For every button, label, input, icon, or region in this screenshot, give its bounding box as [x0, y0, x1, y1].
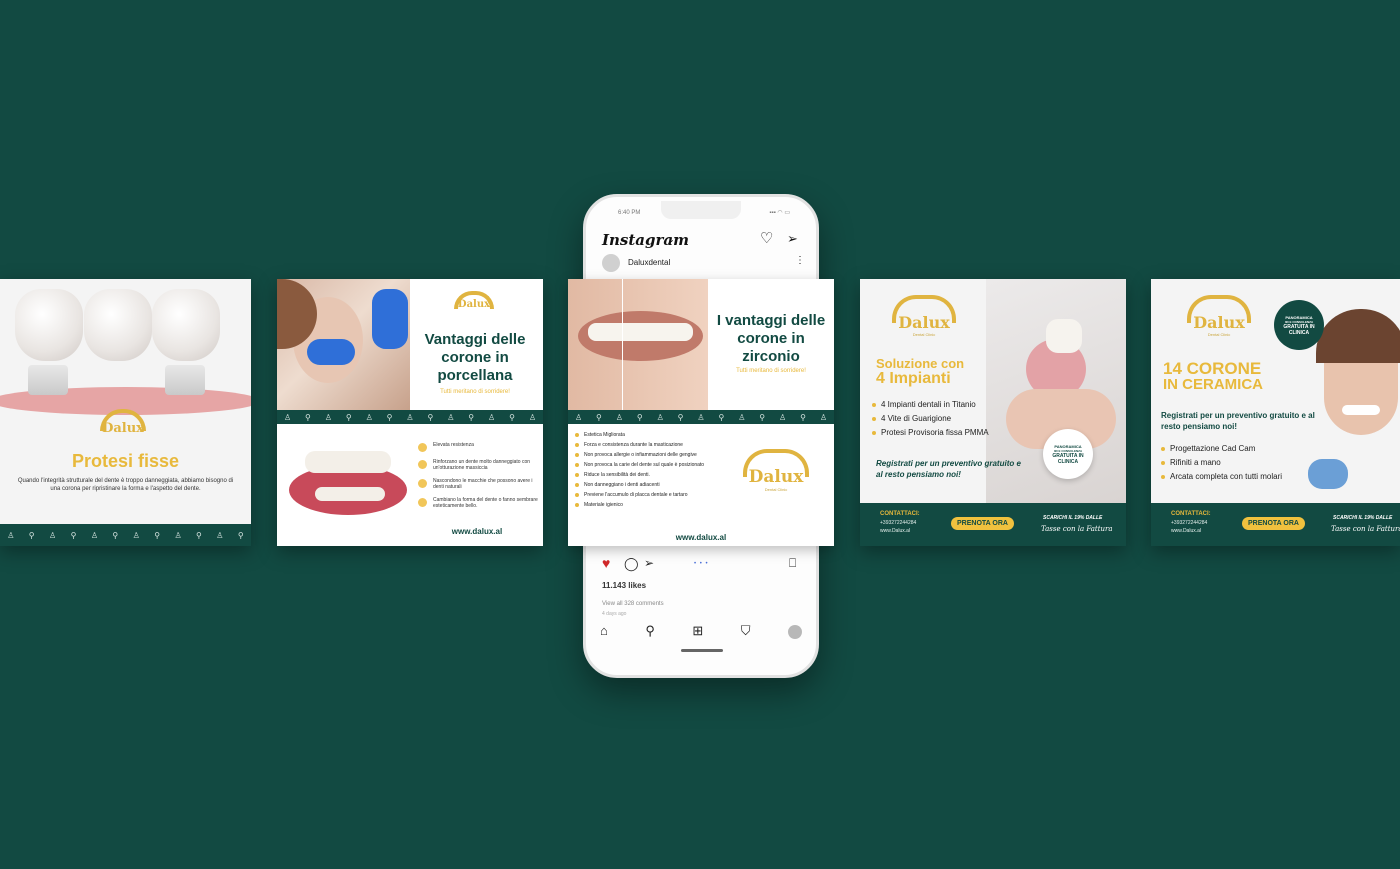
benefits-list: Elevata resistenza Rinforzano un dente m… [418, 442, 538, 516]
status-time: 6:40 PM [618, 210, 641, 216]
chevron-down-icon[interactable]: ⌄ [668, 235, 675, 244]
home-icon[interactable]: ⌂ [600, 623, 608, 639]
cta-text: Registrati per un preventivo gratuito e … [876, 459, 1021, 479]
prenota-ora-button[interactable]: PRENOTA ORA [1242, 517, 1305, 530]
post-title: Protesi fisse [71, 451, 180, 471]
dalux-logo: Dalux [88, 409, 158, 436]
post-14-corone-ceramica[interactable]: Dalux Dental Clinic PANORAMICA 3D E CONS… [1151, 279, 1400, 546]
status-icons: ▪▪▪ ◠ ▭ [769, 210, 790, 216]
post-title-line2: IN CERAMICA [1163, 376, 1263, 393]
avatar[interactable] [602, 254, 620, 272]
view-comments-link[interactable]: View all 328 comments [602, 601, 664, 607]
post-time: 4 days ago [602, 611, 627, 617]
dalux-logo: Dalux Dental Clinic [738, 449, 814, 492]
app-title[interactable]: Instagram [602, 231, 689, 249]
benefits-list: Estetica Migliorata Forza e consistenza … [575, 432, 735, 512]
post-subtitle: Tutti meritano di sorridere! [736, 368, 806, 374]
prenota-ora-button[interactable]: PRENOTA ORA [951, 517, 1014, 530]
dalux-logo: Dalux Dental Clinic [1179, 295, 1259, 337]
list-item: Arcata completa con tutti molari [1170, 472, 1283, 481]
bookmark-icon[interactable]: ⎕ [789, 556, 796, 571]
woman-photo [1308, 309, 1400, 503]
send-icon[interactable]: ➢ [787, 231, 798, 247]
post-protesi-fisse[interactable]: Dalux Protesi fisse Quando l'integrità s… [0, 279, 251, 546]
list-item: Materiale igienico [584, 502, 623, 508]
search-icon[interactable]: ⚲ [645, 623, 655, 639]
list-item: Non provoca la carie del dente sul quale… [584, 462, 705, 468]
consultation-badge: PANORAMICA 3D E CONSULENZA GRATUITA IN C… [1274, 300, 1324, 350]
list-item: Nascondono le macchie che possono avere … [433, 478, 533, 490]
check-icon [418, 460, 427, 469]
home-indicator [681, 649, 723, 652]
tax-line2: Tasse con la Fattura [1041, 525, 1113, 533]
list-item: Non danneggiano i denti adiacenti [584, 482, 660, 488]
post-corone-porcellana[interactable]: Dalux Vantaggi delle corone in porcellan… [277, 279, 543, 546]
tax-line1: SCARICHI IL 19% DALLE [1333, 515, 1393, 521]
contact-bar: CONTATTACI: +393272244284 www.Dalux.al P… [1151, 503, 1400, 546]
more-icon[interactable]: ⋮ [795, 255, 805, 266]
patient-photo [277, 279, 410, 410]
carousel-dots: • • • [694, 561, 709, 567]
check-icon [418, 479, 427, 488]
list-item: Estetica Migliorata [584, 432, 625, 438]
smile-photo [568, 279, 708, 410]
post-subtitle: Tutti meritano di sorridere! [440, 389, 510, 395]
list-item: Cambiano la forma del dente o fanno semb… [433, 497, 538, 509]
cta-text: Registrati per un preventivo gratuito e … [1161, 411, 1315, 431]
notch [661, 201, 741, 219]
consultation-badge: PANORAMICA 3D E CONSULENZA GRATUITA IN C… [1043, 429, 1093, 479]
contact-site[interactable]: www.Dalux.al [1171, 528, 1201, 534]
list-item: Progettazione Cad Cam [1170, 444, 1256, 453]
comment-icon[interactable]: ◯ [624, 556, 639, 572]
add-post-icon[interactable]: ⊞ [692, 623, 703, 639]
list-item: Rinforzano un dente molto danneggiato co… [433, 459, 531, 471]
list-item: Protesi Provisoria fissa PMMA [881, 428, 989, 437]
contact-phone[interactable]: +393272244284 [1171, 520, 1207, 526]
dalux-logo: Dalux [449, 291, 499, 310]
check-icon [418, 443, 427, 452]
post-title-line2: 4 Impianti [876, 370, 951, 387]
tooth-icon-strip: ♙ ⚲ ♙ ⚲ ♙ ⚲ ♙ ⚲ ♙ ⚲ ♙ ⚲ [0, 524, 251, 546]
list-item: Elevata resistenza [433, 442, 474, 448]
post-title: I vantaggi delle corone in zirconio [716, 312, 826, 365]
tooth-icon-strip: ♙ ⚲ ♙ ⚲ ♙ ⚲ ♙ ⚲ ♙ ⚲ ♙ ⚲ ♙ [568, 410, 834, 424]
shop-icon[interactable]: ⛉ [741, 623, 751, 639]
heart-icon[interactable]: ♡ [760, 229, 773, 247]
check-icon [418, 498, 427, 507]
dentures-illustration [289, 441, 407, 521]
list-item: Riduce la sensibilità dei denti. [584, 472, 650, 478]
feature-list: Progettazione Cad Cam Rifiniti a mano Ar… [1161, 444, 1282, 486]
contact-label: CONTATTACI: [1171, 511, 1211, 517]
contact-bar: CONTATTACI: +393272244284 www.Dalux.al P… [860, 503, 1126, 546]
contact-label: CONTATTACI: [880, 511, 920, 517]
contact-site[interactable]: www.Dalux.al [880, 528, 910, 534]
post-body: Quando l'integrità strutturale del dente… [17, 478, 234, 492]
website-url[interactable]: www.dalux.al [427, 527, 527, 536]
list-item: 4 Impianti dentali in Titanio [881, 400, 976, 409]
post-4-impianti[interactable]: Dalux Dental Clinic Soluzione con 4 Impi… [860, 279, 1126, 546]
list-item: Non provoca allergie o infiammazioni del… [584, 452, 697, 458]
like-heart-icon[interactable]: ♥ [602, 555, 610, 571]
contact-phone[interactable]: +393272244284 [880, 520, 916, 526]
tooth-icon-strip: ♙ ⚲ ♙ ⚲ ♙ ⚲ ♙ ⚲ ♙ ⚲ ♙ ⚲ ♙ [277, 410, 543, 424]
post-title: Vantaggi delle corone in porcellana [424, 331, 526, 384]
post-title-line1: Soluzione con [876, 356, 965, 371]
tax-line1: SCARICHI IL 19% DALLE [1043, 515, 1103, 521]
list-item: Rifiniti a mano [1170, 458, 1221, 467]
list-item: Previene l'accumulo di placca dentale e … [584, 492, 688, 498]
dalux-logo: Dalux Dental Clinic [884, 295, 964, 337]
likes-count: 11.143 likes [602, 581, 647, 590]
account-name[interactable]: Daluxdental [628, 258, 670, 267]
list-item: 4 Vite di Guarigione [881, 414, 952, 423]
feature-list: 4 Impianti dentali in Titanio 4 Vite di … [872, 400, 989, 442]
bottom-nav: ⌂ ⚲ ⊞ ⛉ [600, 623, 802, 639]
post-corone-zirconio[interactable]: I vantaggi delle corone in zirconio Tutt… [568, 279, 834, 546]
tax-line2: Tasse con la Fattura [1331, 525, 1400, 533]
website-url[interactable]: www.dalux.al [568, 533, 834, 542]
share-icon[interactable]: ➢ [644, 556, 654, 570]
profile-avatar[interactable] [788, 625, 802, 639]
list-item: Forza e consistenza durante la masticazi… [584, 442, 683, 448]
